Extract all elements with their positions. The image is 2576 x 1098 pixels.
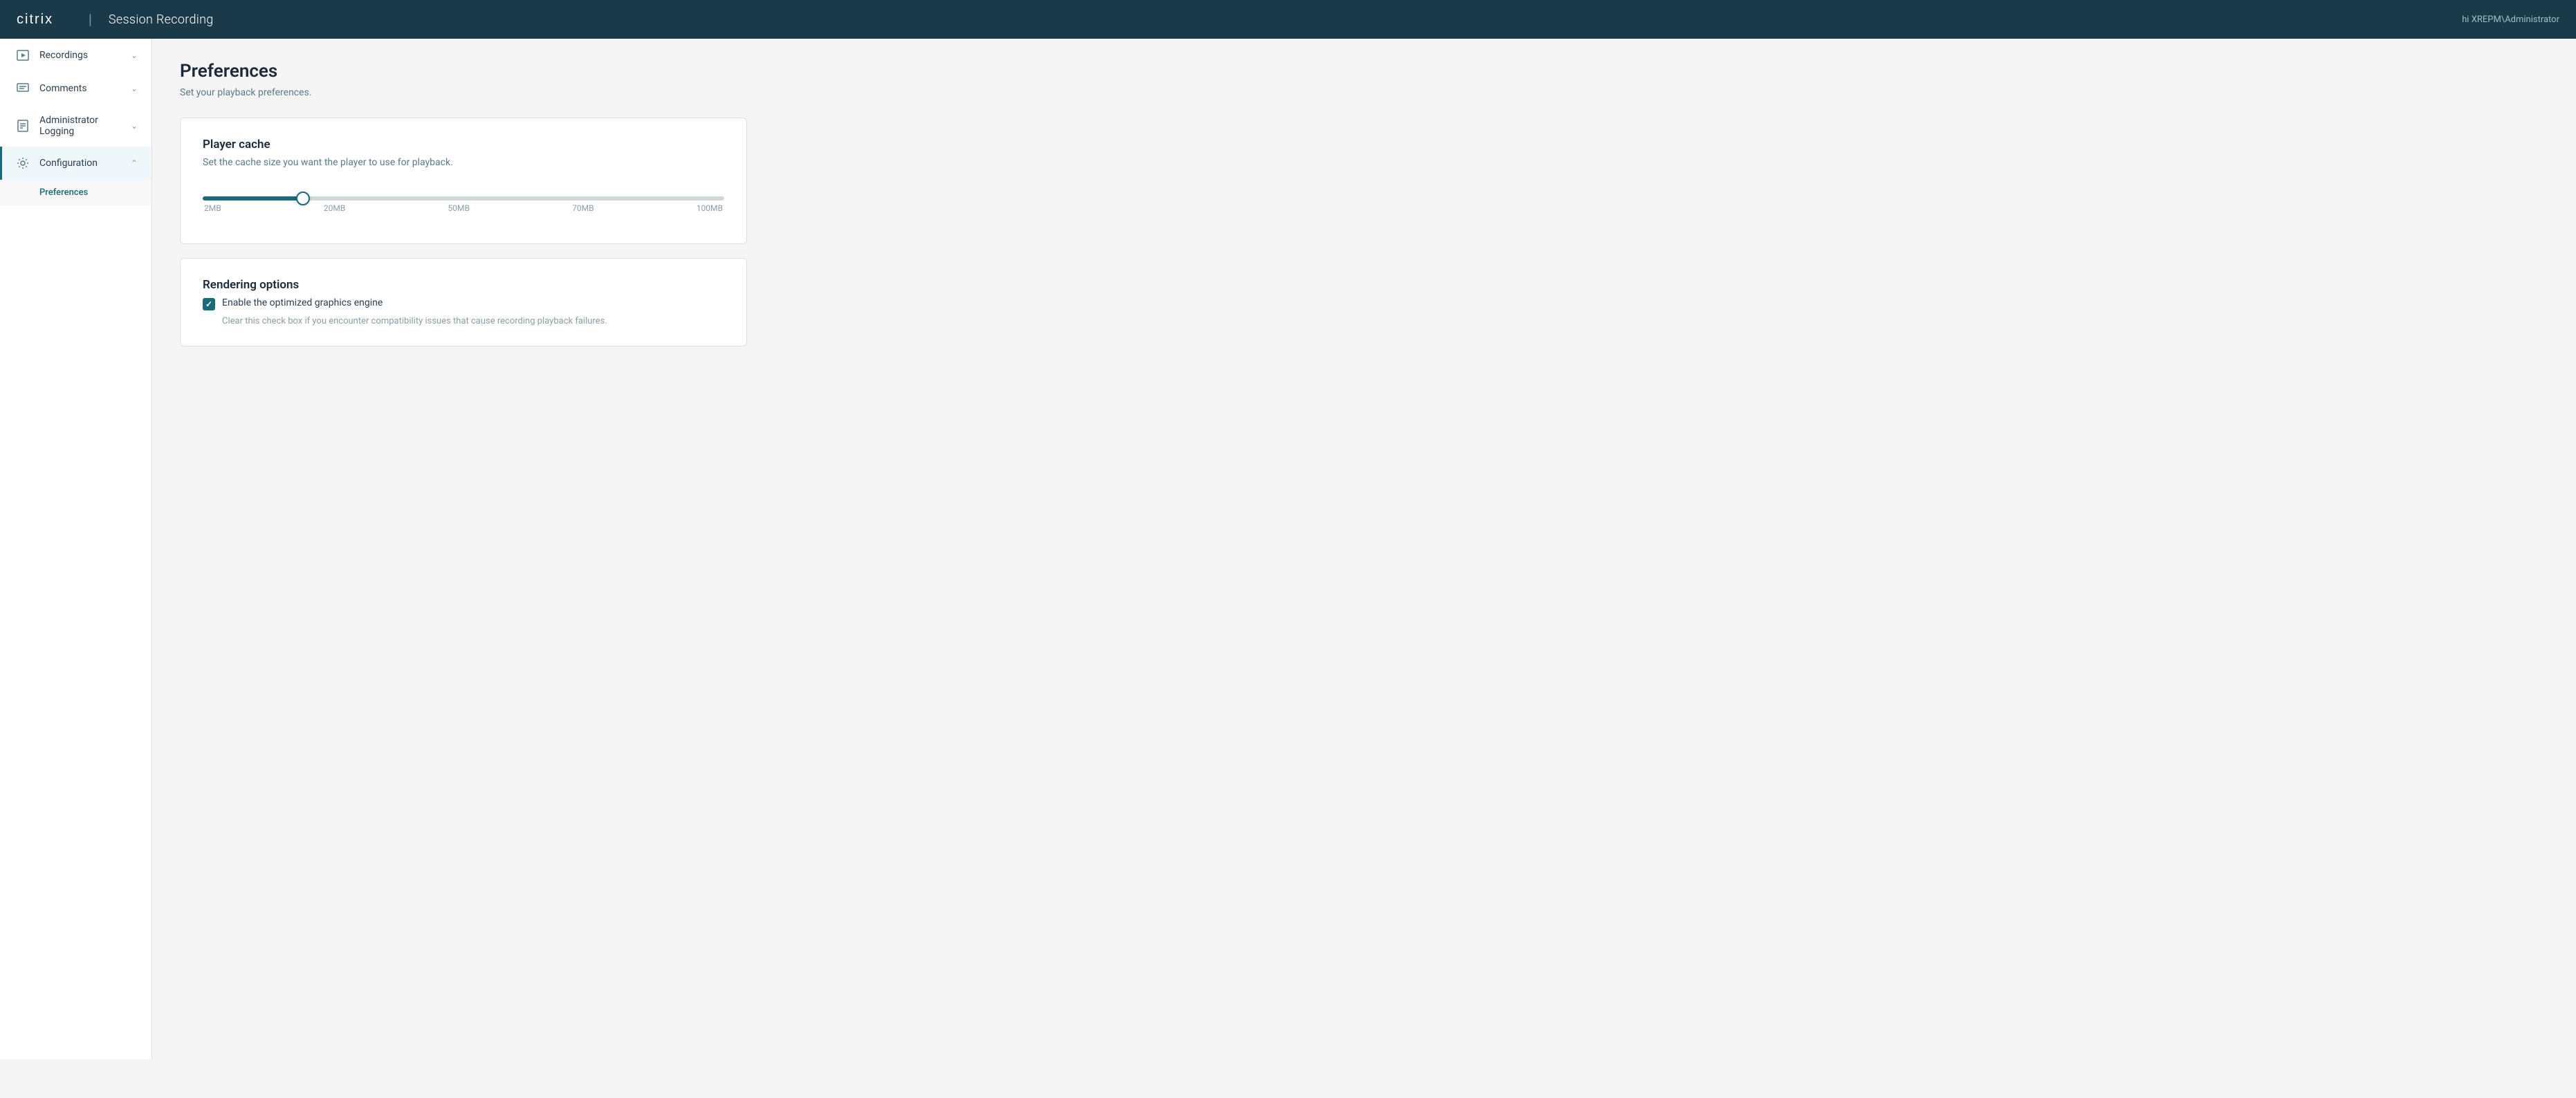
graphics-engine-label: Enable the optimized graphics engine [222,297,383,308]
main-layout: Recordings ⌄ Comments ⌄ [0,39,2576,1059]
citrix-logo: citrix [17,10,72,30]
cache-size-slider[interactable] [203,196,724,201]
header-logo: citrix | Session Recording [17,10,214,30]
sidebar-item-comments[interactable]: Comments ⌄ [0,72,151,105]
recordings-chevron: ⌄ [131,50,138,60]
slider-label-2mb: 2MB [204,203,221,213]
configuration-icon [16,156,30,170]
player-cache-title: Player cache [203,138,724,151]
recordings-label: Recordings [39,50,88,61]
comments-label: Comments [39,83,87,94]
header-divider: | [89,11,92,28]
sidebar-subitem-preferences[interactable]: Preferences [0,180,151,205]
sidebar-item-recordings[interactable]: Recordings ⌄ [0,39,151,72]
slider-label-100mb: 100MB [697,203,723,213]
comments-chevron: ⌄ [131,84,138,93]
cache-slider-container: 2MB 20MB 50MB 70MB 100MB [203,190,724,213]
graphics-engine-checkbox[interactable] [203,298,215,310]
sidebar-item-admin-logging-left: Administrator Logging [16,115,131,137]
slider-label-50mb: 50MB [448,203,470,213]
admin-logging-label: Administrator Logging [39,115,131,137]
recordings-icon [16,48,30,62]
main-content: Preferences Set your playback preference… [152,39,2576,1059]
rendering-options-title: Rendering options [203,278,724,292]
sidebar-item-configuration-left: Configuration [16,156,98,170]
player-cache-description: Set the cache size you want the player t… [203,157,724,168]
comments-icon [16,82,30,95]
admin-logging-icon [16,119,30,133]
configuration-chevron: ⌃ [131,158,138,168]
slider-label-70mb: 70MB [572,203,594,213]
header-app-name: Session Recording [109,12,214,27]
page-subtitle: Set your playback preferences. [180,87,2548,98]
svg-text:citrix: citrix [17,12,53,26]
app-header: citrix | Session Recording hi XREPM\Admi… [0,0,2576,39]
header-user: hi XREPM\Administrator [2462,15,2559,25]
player-cache-card: Player cache Set the cache size you want… [180,118,747,244]
sidebar-item-recordings-left: Recordings [16,48,88,62]
page-title: Preferences [180,61,2548,82]
sidebar-item-admin-logging[interactable]: Administrator Logging ⌄ [0,105,151,147]
preferences-subnav-label: Preferences [39,187,88,198]
admin-logging-chevron: ⌄ [131,121,138,131]
graphics-engine-hint: Clear this check box if you encounter co… [222,316,724,326]
slider-label-20mb: 20MB [324,203,345,213]
sidebar-item-comments-left: Comments [16,82,87,95]
sidebar: Recordings ⌄ Comments ⌄ [0,39,152,1059]
rendering-options-card: Rendering options Enable the optimized g… [180,258,747,346]
graphics-engine-row: Enable the optimized graphics engine [203,297,724,310]
configuration-label: Configuration [39,158,98,169]
sidebar-item-configuration[interactable]: Configuration ⌃ [0,147,151,180]
